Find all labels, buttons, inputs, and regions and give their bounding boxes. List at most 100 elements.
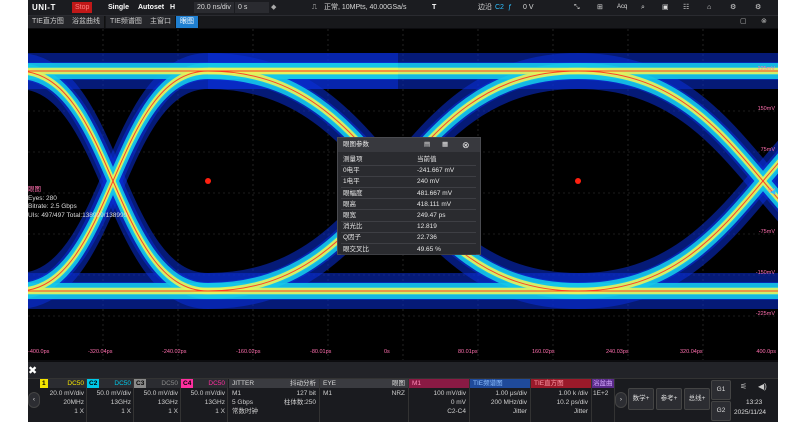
jitter-title: JITTER [232,380,255,387]
param-name: 眼交叉比 [343,245,369,253]
table-icon[interactable]: ▦ [442,138,448,152]
speaker-icon[interactable]: ◀) [758,382,767,391]
prev-page-button[interactable]: ‹ [28,392,40,408]
y-tick-label: -225mV [755,311,775,317]
acquire-pulse-icon: ⎍ [312,4,317,11]
tie-spectrum-s1: 1.00 μs/div [495,390,527,397]
ref-add-button[interactable]: 参考+ [656,388,682,410]
tab-tie-histogram[interactable]: TIE直方图 [28,16,69,28]
channel-panel-4[interactable]: C4 DC50 50.0 mV/div 13GHz 1 X [181,379,228,422]
channel-coupling: DC50 [208,380,225,387]
trigger-level[interactable]: 0 V [523,0,534,15]
tab-bathtub[interactable]: 浴盆曲线 [68,16,105,28]
save-icon[interactable]: ▣ [662,0,669,15]
channel-panel-3[interactable]: C3 DC50 50.0 mV/div 13GHz 1 X [134,379,181,422]
eye-params-dialog: 眼图参数 ▤ ▦ ⊗ 测量项 当前值 0电平 -241.667 mV 1电平 240 mV… [337,137,481,256]
eye-source: M1 [323,390,333,397]
settings-icon[interactable]: ⚙ [730,0,736,15]
close-window-icon[interactable]: ⊗ [761,16,767,28]
channel-header: 1 DC50 [40,379,86,388]
brand-logo: UNI-T [32,3,56,12]
tie-spectrum-panel[interactable]: TIE频谱图 1.00 μs/div 200 MHz/div Jitter [470,379,531,422]
run-stop-button[interactable]: Stop [72,2,93,13]
menu-icon[interactable]: ⚙ [755,0,761,15]
param-value: -241.667 mV [417,167,455,175]
jitter-mode: 抖动分析 [290,380,316,387]
right-strip [778,0,800,422]
tie-spectrum-title: TIE频谱图 [473,380,503,387]
channel-bandwidth: 13GHz [157,399,178,406]
channel-scale: 50.0 mV/div [143,390,178,397]
single-button[interactable]: Single [108,0,129,15]
autoset-button[interactable]: Autoset [138,0,164,15]
x-tick-label: -320.04ps [88,349,113,355]
param-value: 22.736 [417,234,437,242]
rising-edge-icon: ƒ [508,4,512,11]
bathtub-panel[interactable]: 浴盆曲 1E+2 [592,379,615,422]
tie-hist-s1: 1.00 k /div [558,390,588,397]
math-panel[interactable]: M1 100 mV/div 0 mV C2-C4 [409,379,470,422]
channel-scale: 50.0 mV/div [190,390,225,397]
tab-tie-spectrum[interactable]: TIE频谱图 [106,16,147,28]
channel-probe: 1 X [168,408,178,415]
crossing-point [205,178,211,184]
channel-number: 1 [40,379,48,388]
display-icon[interactable]: ☷ [683,0,689,15]
trigger-label: T [432,4,437,11]
tie-hist-s2: 10.2 ps/div [556,399,588,406]
param-name: 0电平 [343,167,360,175]
param-name: 眼高 [343,200,356,208]
dialog-header: 眼图参数 ▤ ▦ ⊗ [338,138,480,152]
g1-button[interactable]: G1 [711,380,731,400]
tie-histogram-panel[interactable]: TIE直方图 1.00 k /div 10.2 ps/div Jitter [531,379,592,422]
channel-header: C4 DC50 [181,379,227,388]
save-icon[interactable]: ▤ [424,138,430,152]
timebase-field[interactable]: 20.0 ns/div [194,2,234,13]
grid-icon[interactable]: ⊞ [597,0,603,15]
eye-title: EYE [323,380,337,387]
delay-field[interactable]: 0 s [235,2,269,13]
math-add-button[interactable]: 数学+ [628,388,654,410]
jitter-panel[interactable]: JITTER 抖动分析 M1 127 bit 5 Gbps 柱体数:250 常数… [229,379,320,422]
measure-cursor-icon[interactable]: ⤡ [574,0,580,15]
param-row: 消光比 12.819 [341,222,476,233]
oscilloscope-screen: UNI-T Stop Single Autoset H 20.0 ns/div … [28,0,778,422]
search-icon[interactable]: ⌕ [641,0,645,15]
eye-mode: 眼图 [392,380,405,387]
jitter-rate: 5 Gbps [232,399,253,406]
x-tick-label: -160.02ps [236,349,261,355]
math-expr: C2-C4 [447,408,466,415]
bottom-panel: ✖ ‹ 1 DC50 20.0 mV/div 20MHz 1 X C2 DC50 50.0 m… [28,362,778,422]
param-row: 眼高 418.111 mV [341,200,476,211]
close-x-icon[interactable]: ✖ [28,364,37,377]
y-tick-label: 225mV [757,66,775,72]
horizontal-marker-icon: ◆ [271,4,277,11]
channel-number: C2 [87,379,100,388]
channel-number: C3 [134,379,147,388]
home-icon[interactable]: ⌂ [707,0,711,15]
eye-code: NRZ [391,390,405,397]
tab-main-window[interactable]: 主窗口 [146,16,176,28]
close-icon[interactable]: ⊗ [462,138,470,152]
param-name: 测量项 [343,156,363,163]
channel-panel-2[interactable]: C2 DC50 50.0 mV/div 13GHz 1 X [87,379,134,422]
acq-icon[interactable]: Acq [617,0,627,15]
g2-button[interactable]: G2 [711,401,731,421]
trigger-level-marker[interactable]: ◀ [770,188,775,196]
acquire-info[interactable]: 正常, 10MPts, 40.00GSa/s [324,0,406,15]
channel-panel-1[interactable]: 1 DC50 20.0 mV/div 20MHz 1 X [40,379,87,422]
y-tick-label: -75mV [758,229,775,235]
bus-add-button[interactable]: 总线+ [684,388,710,410]
left-strip [0,0,28,422]
trigger-type[interactable]: 边沿 [478,0,492,15]
tab-eye-diagram[interactable]: 眼图 [176,16,199,28]
channel-number: C4 [181,379,194,388]
eye-panel[interactable]: EYE 眼图 M1 NRZ [320,379,409,422]
channel-probe: 1 X [74,408,84,415]
next-page-button[interactable]: › [615,392,627,408]
x-tick-label: 320.04ps [680,349,703,355]
channel-bandwidth: 20MHz [63,399,84,406]
trigger-source[interactable]: C2 [495,0,504,15]
restore-window-icon[interactable]: ▢ [740,16,747,28]
param-row: Q因子 22.736 [341,233,476,244]
